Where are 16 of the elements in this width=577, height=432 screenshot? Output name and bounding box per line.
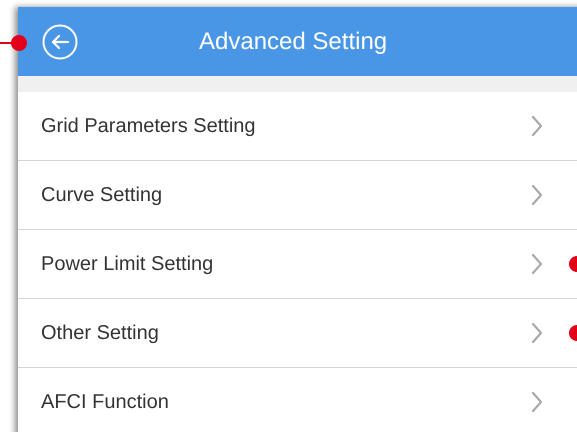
- row-label: Grid Parameters Setting: [41, 114, 257, 139]
- row-label: Other Setting: [41, 321, 160, 346]
- row-label: Power Limit Setting: [41, 252, 214, 277]
- chevron-icon: [531, 184, 543, 206]
- back-button[interactable]: [42, 24, 78, 60]
- screen-title: Advanced Setting: [199, 26, 388, 56]
- settings-row[interactable]: Curve Setting: [18, 161, 577, 230]
- chevron-icon: [531, 115, 543, 137]
- settings-row[interactable]: Grid Parameters Setting: [18, 92, 577, 161]
- settings-row[interactable]: AFCI Function: [18, 368, 577, 432]
- row-label: Curve Setting: [41, 183, 164, 208]
- back-icon: [42, 24, 78, 60]
- chevron-icon: [531, 253, 543, 275]
- row-label: AFCI Function: [41, 390, 170, 415]
- chevron-icon: [531, 322, 543, 344]
- chevron-icon: [531, 391, 543, 413]
